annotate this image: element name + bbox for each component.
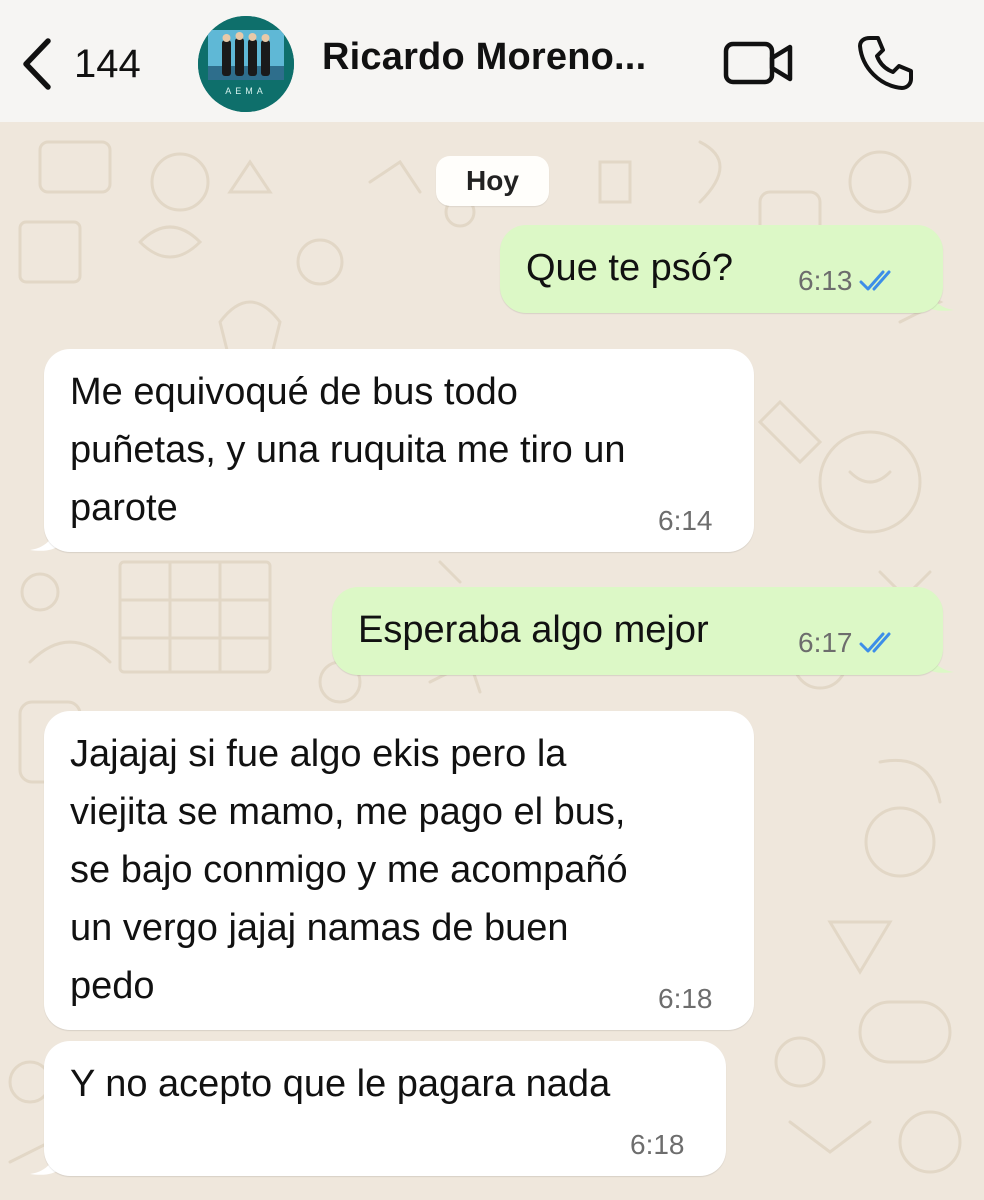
chat-header: 144 AEMA Ricardo Moreno... bbox=[0, 0, 984, 122]
back-button[interactable]: 144 bbox=[20, 34, 170, 94]
phone-call-icon[interactable] bbox=[856, 34, 914, 92]
unread-count: 144 bbox=[74, 41, 141, 86]
message-text: Jajajaj si fue algo ekis pero la viejita… bbox=[70, 733, 628, 1007]
double-check-icon bbox=[859, 270, 890, 291]
message-time: 6:17 bbox=[798, 627, 853, 658]
message-text: Y no acepto que le pagara nada bbox=[70, 1063, 611, 1105]
message-time: 6:18 bbox=[630, 1129, 685, 1160]
video-call-icon[interactable] bbox=[722, 38, 796, 88]
message-text: Que te psó? bbox=[526, 247, 734, 289]
message-bubble-incoming[interactable]: Jajajaj si fue algo ekis pero la viejita… bbox=[44, 711, 754, 1030]
message-bubble-incoming[interactable]: Me equivoqué de bus todo puñetas, y una … bbox=[44, 349, 754, 552]
avatar-caption: AEMA bbox=[225, 86, 267, 96]
contact-name[interactable]: Ricardo Moreno... bbox=[322, 36, 692, 79]
message-meta: 6:17 bbox=[798, 627, 901, 659]
message-meta: 6:18 bbox=[658, 983, 713, 1015]
message-bubble-incoming[interactable]: Y no acepto que le pagara nada 6:18 bbox=[44, 1041, 726, 1176]
message-bubble-outgoing[interactable]: Esperaba algo mejor 6:17 bbox=[332, 587, 943, 675]
message-time: 6:14 bbox=[658, 505, 713, 536]
message-text: Me equivoqué de bus todo puñetas, y una … bbox=[70, 371, 626, 529]
avatar[interactable]: AEMA bbox=[198, 16, 294, 112]
message-meta: 6:13 bbox=[798, 265, 901, 297]
message-meta: 6:14 bbox=[658, 505, 713, 537]
message-text: Esperaba algo mejor bbox=[358, 609, 709, 651]
message-time: 6:13 bbox=[798, 265, 853, 296]
message-meta: 6:18 bbox=[630, 1129, 685, 1161]
day-separator: Hoy bbox=[436, 156, 549, 206]
message-time: 6:18 bbox=[658, 983, 713, 1014]
chevron-left-icon bbox=[23, 38, 51, 90]
message-bubble-outgoing[interactable]: Que te psó? 6:13 bbox=[500, 225, 943, 313]
double-check-icon bbox=[859, 632, 890, 653]
avatar-image: AEMA bbox=[198, 16, 294, 112]
